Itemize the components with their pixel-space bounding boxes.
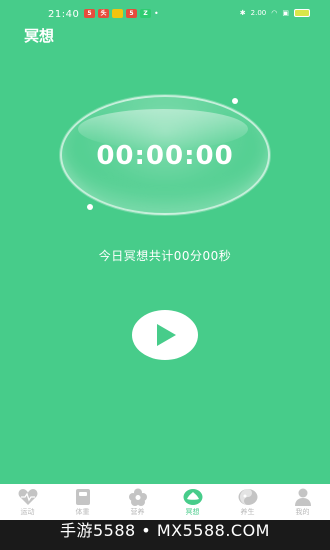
flower-icon — [128, 488, 148, 506]
tab-label: 体重 — [75, 508, 90, 516]
tab-weight[interactable]: 体重 — [56, 484, 110, 520]
tab-label: 我的 — [295, 508, 310, 516]
tab-nutrition[interactable]: 营养 — [111, 484, 165, 520]
orb-dot — [232, 98, 238, 104]
tab-label: 营养 — [130, 508, 145, 516]
tab-exercise[interactable]: 运动 — [1, 484, 55, 520]
watermark-text: 手游5588 • MX5588.COM — [0, 520, 330, 550]
notification-icon: 头 — [98, 9, 109, 18]
network-speed: 2.00 — [250, 9, 267, 17]
tab-label: 冥想 — [185, 508, 200, 516]
status-right: ✱ 2.00 ◠ ▣ — [240, 9, 310, 17]
battery-icon — [294, 9, 310, 17]
notification-icon: 5 — [126, 9, 137, 18]
tab-label: 养生 — [240, 508, 255, 516]
lotus-icon — [183, 488, 203, 506]
notification-icon: Z — [140, 9, 151, 18]
notification-icon — [112, 9, 123, 18]
tab-label: 运动 — [20, 508, 35, 516]
scale-icon — [73, 488, 93, 506]
dot-icon: • — [154, 9, 159, 18]
person-icon — [293, 488, 313, 506]
timer-display: 00:00:00 — [96, 141, 234, 171]
bluetooth-icon: ✱ — [239, 9, 246, 17]
tab-profile[interactable]: 我的 — [276, 484, 330, 520]
play-button[interactable] — [132, 310, 198, 360]
notification-icons: 5 头 5 Z • — [84, 9, 159, 18]
sim-icon: ▣ — [282, 9, 289, 17]
wifi-icon: ◠ — [271, 9, 278, 17]
tab-meditation[interactable]: 冥想 — [166, 484, 220, 520]
status-time: 21:40 — [48, 9, 80, 20]
orb-dot — [87, 204, 93, 210]
play-icon — [157, 324, 176, 346]
tab-wellness[interactable]: 养生 — [221, 484, 275, 520]
page-title: 冥想 — [24, 27, 55, 45]
yin-yang-icon — [238, 488, 258, 506]
heart-icon — [18, 488, 38, 506]
daily-total-text: 今日冥想共计00分00秒 — [98, 249, 232, 263]
notification-icon: 5 — [84, 9, 95, 18]
tab-bar: 运动 体重 营养 冥想 养生 我的 — [0, 484, 330, 520]
timer-orb: 00:00:00 — [60, 95, 270, 215]
status-bar: 21:40 5 头 5 Z • ✱ 2.00 ◠ ▣ — [0, 0, 330, 24]
